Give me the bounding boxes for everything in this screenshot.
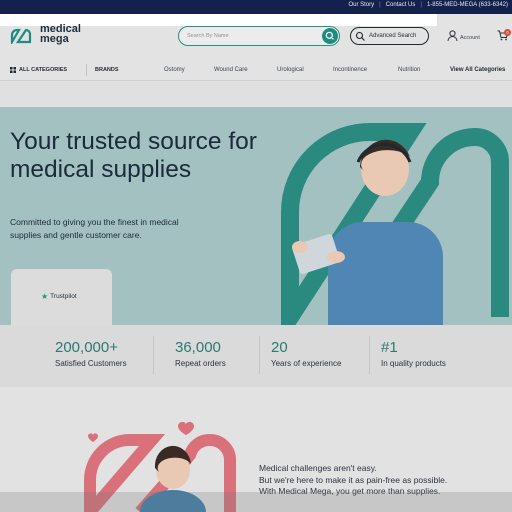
search-bar[interactable]: Search By Name xyxy=(178,26,340,46)
grid-icon xyxy=(10,67,16,73)
cart-count-badge: 0 xyxy=(504,29,511,36)
nav-divider xyxy=(86,64,87,76)
stat-value: 20 xyxy=(271,339,288,356)
star-icon: ★ xyxy=(41,292,49,301)
advanced-search-button[interactable]: Advanced Search xyxy=(350,27,429,45)
about-line: Medical challenges aren't easy. xyxy=(259,463,377,473)
stat-item: #1 In quality products xyxy=(381,339,446,369)
stat-value: #1 xyxy=(381,339,398,356)
account-icon[interactable] xyxy=(447,30,458,42)
brands-menu[interactable]: BRANDS xyxy=(95,67,119,73)
hero-subtitle: Committed to giving you the finest in me… xyxy=(10,217,179,240)
view-all-categories-link[interactable]: View All Categories xyxy=(450,67,505,73)
search-input[interactable]: Search By Name xyxy=(187,33,229,39)
stat-label: Repeat orders xyxy=(175,359,226,368)
stat-divider xyxy=(259,336,260,374)
logo-text: medical mega xyxy=(40,24,81,45)
phone-link[interactable]: 1-855-MED-MEGA (633-6342) xyxy=(427,2,508,8)
advanced-search-label: Advanced Search xyxy=(369,33,417,39)
hero-title: Your trusted source for medical supplies xyxy=(10,128,257,183)
stat-item: 36,000 Repeat orders xyxy=(175,339,226,369)
all-categories-menu[interactable]: ALL CATEGORIES xyxy=(10,67,67,73)
stat-value: 36,000 xyxy=(175,339,221,356)
nav-item-incontinence[interactable]: Incontinence xyxy=(333,67,367,73)
nav-item-nutrition[interactable]: Nutrition xyxy=(398,67,420,73)
stat-item: 200,000+ Satisfied Customers xyxy=(55,339,127,369)
top-links: Our Story | Contact Us | 1-855-MED-MEGA … xyxy=(348,2,508,8)
advanced-search-icon xyxy=(355,31,365,41)
contact-us-link[interactable]: Contact Us xyxy=(386,2,416,8)
account-label[interactable]: Account xyxy=(460,35,480,41)
stat-divider xyxy=(153,336,154,374)
nav-item-urological[interactable]: Urological xyxy=(277,67,304,73)
search-button[interactable] xyxy=(322,28,338,44)
logo-mark-icon xyxy=(10,28,32,44)
category-nav xyxy=(0,60,512,81)
stat-item: 20 Years of experience xyxy=(271,339,342,369)
nav-item-wound-care[interactable]: Wound Care xyxy=(214,67,248,73)
logo[interactable]: medical mega xyxy=(10,24,98,48)
nav-item-ostomy[interactable]: Ostomy xyxy=(164,67,185,73)
stat-label: Years of experience xyxy=(271,359,342,368)
stat-label: Satisfied Customers xyxy=(55,359,127,368)
bottom-overlay xyxy=(0,492,512,512)
stat-value: 200,000+ xyxy=(55,339,118,356)
our-story-link[interactable]: Our Story xyxy=(348,2,374,8)
stat-divider xyxy=(369,336,370,374)
trustpilot-badge[interactable]: ★ Trustpilot xyxy=(41,292,77,301)
hero-top-band xyxy=(0,82,512,107)
all-categories-label: ALL CATEGORIES xyxy=(19,67,68,73)
stat-label: In quality products xyxy=(381,359,446,368)
trustpilot-label: Trustpilot xyxy=(50,293,77,300)
search-icon xyxy=(325,31,334,40)
about-line: But we're here to make it as pain-free a… xyxy=(259,474,448,485)
logo-line2: mega xyxy=(40,32,69,45)
